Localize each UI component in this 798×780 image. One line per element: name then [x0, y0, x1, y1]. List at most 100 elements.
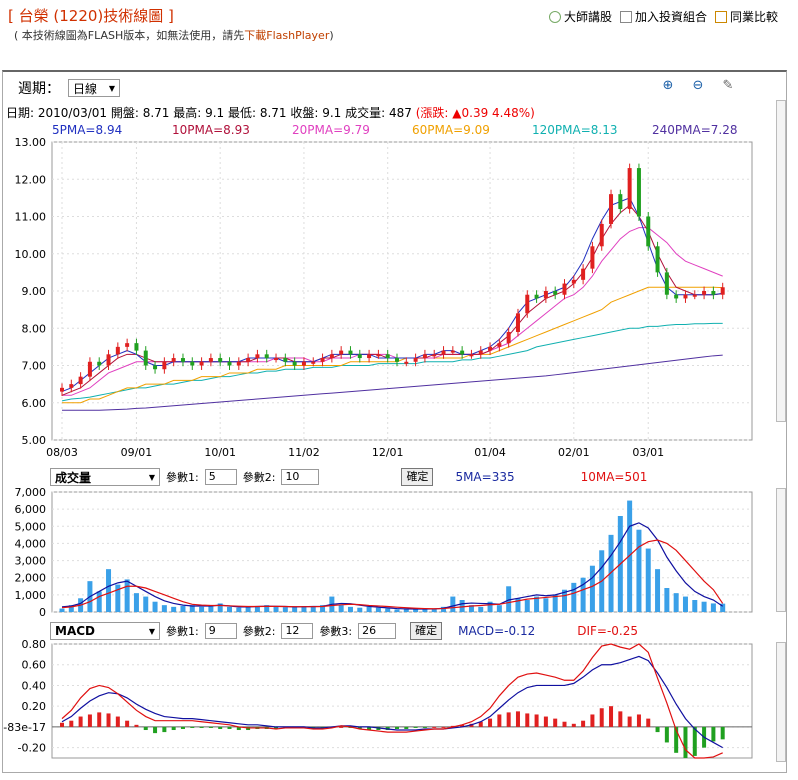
master-stocks-link[interactable]: 大師講股 [548, 8, 612, 25]
volume-param1-input[interactable]: 5 [204, 469, 237, 485]
volume-bar [366, 606, 372, 612]
volume-bar [636, 529, 642, 612]
eraser-icon[interactable]: ✎ [720, 77, 736, 93]
volume-scrollbar[interactable] [776, 488, 786, 612]
price-candle [78, 376, 83, 385]
volume-bar [282, 607, 288, 612]
macd-param3-input[interactable]: 26 [358, 623, 397, 639]
macd-histogram-bar [655, 726, 660, 733]
price-candle [218, 358, 223, 362]
price-y-tick: 13.00 [15, 138, 47, 149]
macd-scrollbar[interactable] [776, 642, 786, 762]
volume-bar [161, 605, 167, 612]
price-candle [60, 387, 64, 392]
price-candle [450, 350, 455, 353]
macd-y-tick: -0.20 [18, 742, 46, 755]
volume-ma5-label: 5MA=335 [455, 470, 515, 484]
macd-controls: MACD ▼ 參數1: 9 參數2: 12 參數3: 26 確定 MACD=-0.… [50, 622, 638, 640]
volume-param2-input[interactable]: 10 [281, 469, 320, 485]
price-candle [469, 354, 474, 357]
macd-histogram-bar [562, 721, 567, 727]
volume-bar [450, 596, 456, 612]
peer-compare-link[interactable]: 同業比較 [714, 8, 778, 25]
price-y-tick: 12.00 [15, 173, 47, 186]
add-portfolio-link[interactable]: 加入投資組合 [619, 8, 707, 25]
macd-confirm-button[interactable]: 確定 [410, 622, 443, 640]
price-candle [87, 361, 92, 377]
macd-histogram-bar [432, 726, 437, 728]
price-x-tick: 01/04 [474, 446, 506, 459]
volume-y-tick: 0 [39, 606, 46, 618]
price-candle [395, 358, 399, 362]
volume-bar [347, 606, 353, 612]
volume-indicator-select[interactable]: 成交量 ▼ [50, 468, 160, 486]
volume-bar [664, 588, 670, 612]
price-candle [236, 361, 241, 366]
macd-param2-input[interactable]: 12 [281, 623, 314, 639]
volume-bar [710, 603, 716, 612]
price-candle [543, 291, 548, 299]
price-candle [655, 246, 660, 273]
price-candle [264, 354, 269, 359]
volume-y-tick: 3,000 [15, 555, 47, 568]
macd-histogram-bar [590, 714, 595, 727]
volume-bar [645, 548, 651, 612]
bar-chart-icon [714, 10, 727, 23]
volume-confirm-button[interactable]: 確定 [401, 468, 434, 486]
price-candle [199, 361, 204, 366]
zoom-in-icon[interactable]: ⊕ [660, 77, 676, 93]
volume-bar [338, 605, 344, 612]
price-x-tick: 10/01 [204, 446, 236, 459]
download-flash-link[interactable]: 下載FlashPlayer [244, 29, 329, 42]
macd-chart: 0.80 0.60 0.40 0.20 -83e-17 -0.20 [3, 640, 753, 759]
period-label: 週期： [18, 81, 60, 97]
macd-param1-input[interactable]: 9 [204, 623, 237, 639]
volume-bar [236, 607, 242, 612]
price-candle [227, 361, 232, 366]
macd-histogram-bar [506, 712, 511, 727]
macd-histogram-bar [618, 711, 623, 727]
price-ma-label: 240PMA=7.28 [652, 123, 738, 137]
macd-histogram-bar [171, 726, 176, 731]
macd-histogram-bar [97, 712, 102, 727]
macd-indicator-select[interactable]: MACD ▼ [50, 622, 160, 640]
macd-param2-label: 參數2: [242, 625, 276, 638]
volume-bar [385, 608, 391, 612]
price-candle [488, 346, 493, 351]
macd-histogram-bar [488, 718, 493, 727]
price-candle [413, 358, 418, 362]
macd-histogram-bar [404, 726, 409, 729]
volume-bar [357, 607, 363, 612]
macd-histogram-bar [720, 726, 725, 740]
volume-bar [208, 606, 214, 612]
macd-histogram-bar [571, 723, 576, 727]
top-links: 大師講股 加入投資組合 同業比較 [548, 8, 778, 25]
add-portfolio-label: 加入投資組合 [634, 10, 707, 24]
macd-histogram-bar [627, 716, 632, 727]
volume-bar [692, 600, 698, 612]
volume-bar [245, 606, 251, 612]
volume-bar [496, 605, 502, 612]
subtitle-prefix: ( 本技術線圖為FLASH版本，如無法使用，請先 [14, 29, 245, 42]
macd-y-tick: -83e-17 [3, 721, 46, 734]
price-candle [702, 291, 707, 295]
quote-info: 日期: 2010/03/01 開盤: 8.71 最高: 9.1 最低: 8.71… [6, 104, 535, 121]
volume-select-value: 成交量 [55, 470, 92, 485]
price-candle [301, 361, 306, 366]
price-candle [292, 361, 297, 366]
price-candle [106, 354, 111, 366]
macd-histogram-bar [413, 726, 418, 728]
price-candle [432, 354, 437, 357]
price-candle [581, 268, 586, 280]
macd-histogram-bar [525, 713, 530, 727]
macd-histogram-bar [115, 716, 120, 727]
subtitle-suffix: ) [329, 29, 334, 42]
price-scrollbar[interactable] [776, 100, 786, 422]
quote-text: 日期: 2010/03/01 開盤: 8.71 最高: 9.1 最低: 8.71… [6, 106, 412, 120]
zoom-out-icon[interactable]: ⊖ [690, 77, 706, 93]
period-select[interactable]: 日線 ▼ [68, 79, 120, 97]
price-x-tick: 08/03 [46, 446, 78, 459]
price-y-tick: 7.00 [22, 360, 47, 373]
macd-histogram-bar [636, 714, 641, 727]
macd-y-tick: 0.20 [22, 700, 47, 713]
